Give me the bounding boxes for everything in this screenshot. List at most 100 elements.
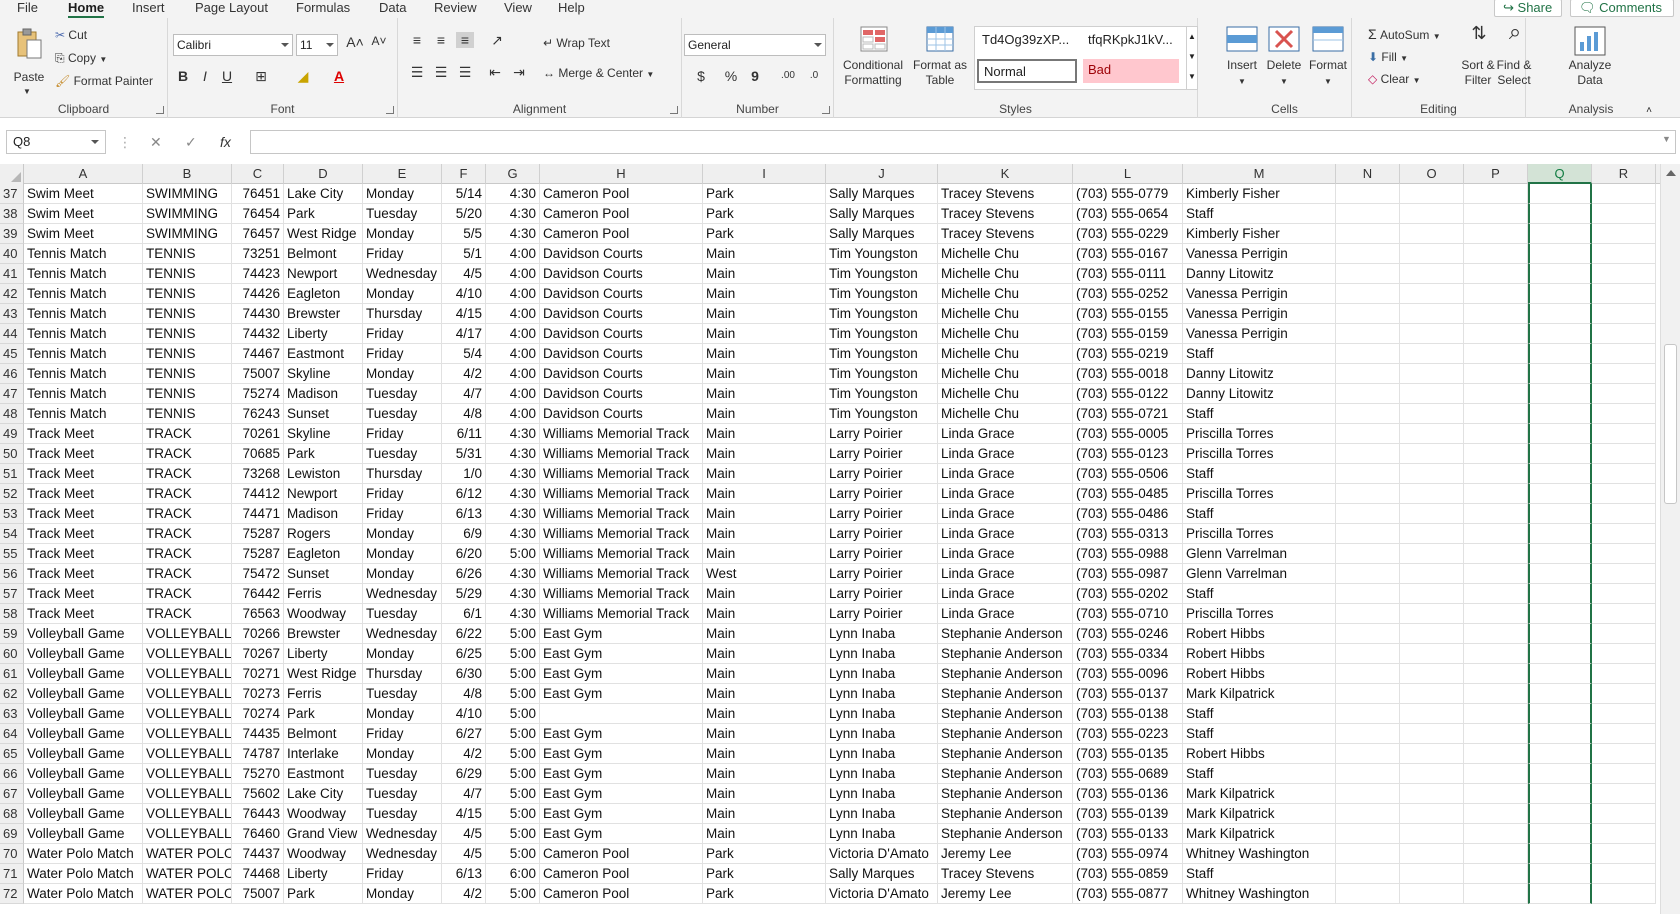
row-header[interactable]: 52 [0,484,24,504]
cell-h71[interactable]: Cameron Pool [540,864,703,884]
cell-o38[interactable] [1400,204,1464,224]
cell-l64[interactable]: (703) 555-0223 [1073,724,1183,744]
cell-l37[interactable]: (703) 555-0779 [1073,184,1183,204]
select-all-button[interactable] [0,164,24,184]
cell-m62[interactable]: Mark Kilpatrick [1183,684,1336,704]
cell-n60[interactable] [1336,644,1400,664]
cell-i70[interactable]: Park [703,844,826,864]
cell-p60[interactable] [1464,644,1528,664]
cell-c45[interactable]: 74467 [232,344,284,364]
cell-h60[interactable]: East Gym [540,644,703,664]
cell-p68[interactable] [1464,804,1528,824]
borders-icon[interactable]: ⊞ [252,68,270,85]
cell-a38[interactable]: Swim Meet [24,204,143,224]
cell-b42[interactable]: TENNIS [143,284,232,304]
cell-l46[interactable]: (703) 555-0018 [1073,364,1183,384]
align-middle-icon[interactable]: ≡ [432,32,450,48]
cell-p61[interactable] [1464,664,1528,684]
comments-button[interactable]: 🗨 Comments [1570,0,1674,17]
row-header[interactable]: 63 [0,704,24,724]
paste-button[interactable]: Paste ▼ [8,26,50,96]
cell-a59[interactable]: Volleyball Game [24,624,143,644]
cell-h38[interactable]: Cameron Pool [540,204,703,224]
cell-g48[interactable]: 4:00 [486,404,540,424]
cell-g53[interactable]: 4:30 [486,504,540,524]
cell-e49[interactable]: Friday [363,424,442,444]
cell-a43[interactable]: Tennis Match [24,304,143,324]
cell-c67[interactable]: 75602 [232,784,284,804]
cell-d40[interactable]: Belmont [284,244,363,264]
cell-o60[interactable] [1400,644,1464,664]
cell-m41[interactable]: Danny Litowitz [1183,264,1336,284]
cell-d52[interactable]: Newport [284,484,363,504]
cell-j43[interactable]: Tim Youngston [826,304,938,324]
cell-i57[interactable]: Main [703,584,826,604]
cell-q38[interactable] [1528,204,1592,224]
decrease-font-icon[interactable]: A˅ [370,34,388,48]
cell-l61[interactable]: (703) 555-0096 [1073,664,1183,684]
cell-h70[interactable]: Cameron Pool [540,844,703,864]
cell-p41[interactable] [1464,264,1528,284]
cell-q58[interactable] [1528,604,1592,624]
cell-k63[interactable]: Stephanie Anderson [938,704,1073,724]
cell-n54[interactable] [1336,524,1400,544]
cell-p70[interactable] [1464,844,1528,864]
cell-c50[interactable]: 70685 [232,444,284,464]
decrease-indent-icon[interactable]: ⇤ [486,64,504,81]
cell-m37[interactable]: Kimberly Fisher [1183,184,1336,204]
cell-f41[interactable]: 4/5 [442,264,486,284]
tab-page-layout[interactable]: Page Layout [195,0,268,16]
cell-g57[interactable]: 4:30 [486,584,540,604]
cell-g65[interactable]: 5:00 [486,744,540,764]
cell-i64[interactable]: Main [703,724,826,744]
cell-b70[interactable]: WATER POLO [143,844,232,864]
cell-e67[interactable]: Tuesday [363,784,442,804]
cell-h43[interactable]: Davidson Courts [540,304,703,324]
cell-b66[interactable]: VOLLEYBALL [143,764,232,784]
row-header[interactable]: 68 [0,804,24,824]
cell-p40[interactable] [1464,244,1528,264]
cell-n62[interactable] [1336,684,1400,704]
cell-d59[interactable]: Brewster [284,624,363,644]
cell-a61[interactable]: Volleyball Game [24,664,143,684]
cell-r45[interactable] [1592,344,1656,364]
cell-g71[interactable]: 6:00 [486,864,540,884]
row-header[interactable]: 41 [0,264,24,284]
row-header[interactable]: 38 [0,204,24,224]
cell-f43[interactable]: 4/15 [442,304,486,324]
percent-button[interactable]: % [722,68,740,84]
cell-j72[interactable]: Victoria D'Amato [826,884,938,904]
cell-k38[interactable]: Tracey Stevens [938,204,1073,224]
cell-r44[interactable] [1592,324,1656,344]
cell-b67[interactable]: VOLLEYBALL [143,784,232,804]
cell-i54[interactable]: Main [703,524,826,544]
cell-a39[interactable]: Swim Meet [24,224,143,244]
cell-m60[interactable]: Robert Hibbs [1183,644,1336,664]
cell-d51[interactable]: Lewiston [284,464,363,484]
cell-e56[interactable]: Monday [363,564,442,584]
cell-l51[interactable]: (703) 555-0506 [1073,464,1183,484]
cell-c40[interactable]: 73251 [232,244,284,264]
cell-i45[interactable]: Main [703,344,826,364]
cell-f55[interactable]: 6/20 [442,544,486,564]
cell-m54[interactable]: Priscilla Torres [1183,524,1336,544]
cell-e43[interactable]: Thursday [363,304,442,324]
cell-o50[interactable] [1400,444,1464,464]
cell-d54[interactable]: Rogers [284,524,363,544]
cell-g70[interactable]: 5:00 [486,844,540,864]
cell-h39[interactable]: Cameron Pool [540,224,703,244]
style-tfqrkpkj1kv[interactable]: tfqRKpkJ1kV... [1083,29,1183,53]
cell-b53[interactable]: TRACK [143,504,232,524]
cell-b71[interactable]: WATER POLO [143,864,232,884]
cell-b44[interactable]: TENNIS [143,324,232,344]
cell-g54[interactable]: 4:30 [486,524,540,544]
cell-b68[interactable]: VOLLEYBALL [143,804,232,824]
cell-p69[interactable] [1464,824,1528,844]
cell-j65[interactable]: Lynn Inaba [826,744,938,764]
font-color-icon[interactable]: A [330,68,348,84]
row-header[interactable]: 37 [0,184,24,204]
cell-b58[interactable]: TRACK [143,604,232,624]
cell-m50[interactable]: Priscilla Torres [1183,444,1336,464]
cell-h37[interactable]: Cameron Pool [540,184,703,204]
cell-n52[interactable] [1336,484,1400,504]
